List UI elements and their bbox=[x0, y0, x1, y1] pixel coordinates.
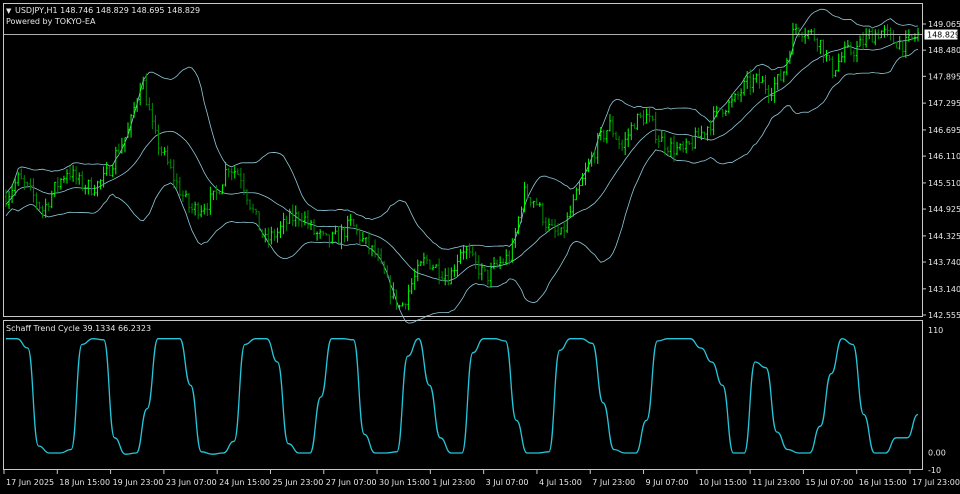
indicator-title: Schaff Trend Cycle 39.1334 66.2323 bbox=[6, 324, 151, 333]
time-tick-label: 24 Jun 15:00 bbox=[219, 478, 270, 487]
bollinger-lower bbox=[5, 48, 919, 324]
price-tick-label: 146.695 bbox=[928, 126, 960, 135]
price-axis: 149.065 148.480 147.895 147.295 146.695 146.1… bbox=[922, 20, 960, 320]
time-tick-label: 16 Jul 15:00 bbox=[859, 478, 907, 487]
current-price-tag-label: 148.829 bbox=[927, 31, 960, 40]
stc-line bbox=[5, 338, 919, 455]
price-bars bbox=[4, 22, 920, 311]
time-tick-label: 10 Jul 15:00 bbox=[699, 478, 747, 487]
price-tick-label: 146.110 bbox=[928, 152, 960, 161]
time-tick-label: 23 Jun 07:00 bbox=[166, 478, 217, 487]
price-tick-label: 145.510 bbox=[928, 179, 960, 188]
price-tick-label: 149.065 bbox=[928, 20, 960, 29]
symbol-info: USDJPY,H1 148.746 148.829 148.695 148.82… bbox=[15, 6, 200, 15]
price-tick-label: 142.555 bbox=[928, 311, 960, 320]
time-tick-label: 30 Jun 15:00 bbox=[379, 478, 430, 487]
price-tick-label: 147.295 bbox=[928, 99, 960, 108]
time-tick-label: 11 Jul 23:00 bbox=[752, 478, 800, 487]
powered-by: Powered by TOKYO-EA bbox=[6, 17, 96, 26]
price-tick-label: 143.140 bbox=[928, 285, 960, 294]
time-tick-label: 18 Jun 15:00 bbox=[59, 478, 110, 487]
menu-chevron-icon[interactable]: ▼ bbox=[6, 7, 12, 15]
price-tick-label: 148.480 bbox=[928, 46, 960, 55]
time-tick-label: 19 Jun 23:00 bbox=[113, 478, 164, 487]
time-tick-label: 1 Jul 23:00 bbox=[432, 478, 475, 487]
stc-line-group bbox=[5, 338, 919, 455]
time-tick-label: 4 Jul 15:00 bbox=[539, 478, 582, 487]
time-tick-label: 15 Jul 07:00 bbox=[805, 478, 853, 487]
stc-axis: 110 0.00 -10 bbox=[928, 326, 946, 475]
chart-canvas: 149.065 148.480 147.895 147.295 146.695 146.1… bbox=[3, 3, 960, 487]
time-tick-label: 25 Jun 23:00 bbox=[272, 478, 323, 487]
time-tick-label: 7 Jul 23:00 bbox=[592, 478, 635, 487]
stc-tick-label: -10 bbox=[928, 466, 941, 475]
stc-tick-label: 0.00 bbox=[928, 448, 946, 457]
bollinger-upper bbox=[5, 8, 919, 250]
price-tick-label: 144.925 bbox=[928, 205, 960, 214]
time-axis: 17 Jun 2025 18 Jun 15:00 19 Jun 23:00 23 Ju… bbox=[3, 470, 960, 487]
price-tick-label: 144.325 bbox=[928, 232, 960, 241]
bollinger-bands bbox=[5, 8, 919, 324]
price-panel-frame bbox=[3, 3, 923, 317]
stc-tick-label: 110 bbox=[928, 326, 943, 335]
time-tick-label: 27 Jun 07:00 bbox=[326, 478, 377, 487]
time-tick-label: 17 Jun 2025 bbox=[6, 478, 54, 487]
price-tick-label: 147.895 bbox=[928, 72, 960, 81]
time-tick-label: 9 Jul 07:00 bbox=[646, 478, 689, 487]
price-tick-label: 143.740 bbox=[928, 258, 960, 267]
time-tick-label: 17 Jul 23:00 bbox=[912, 478, 960, 487]
time-tick-label: 3 Jul 07:00 bbox=[486, 478, 529, 487]
